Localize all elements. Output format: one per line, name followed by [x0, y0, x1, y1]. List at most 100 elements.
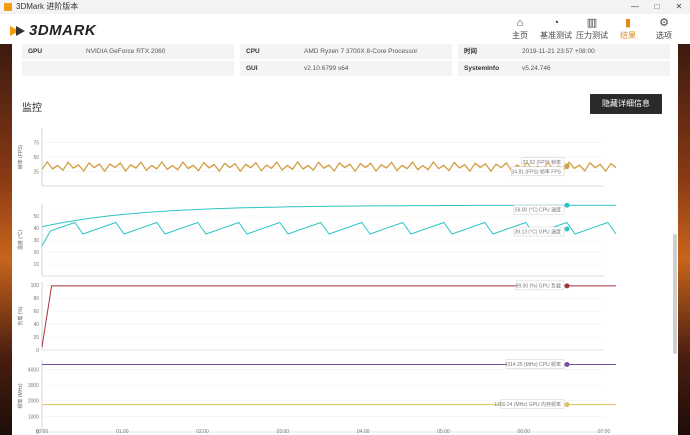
app-icon: [4, 3, 12, 11]
nav-item-label: 主页: [512, 31, 528, 40]
y-axis-label: 负载 (%): [17, 306, 24, 326]
results-content: GPU NVIDIA GeForce RTX 2060 CPU AMD Ryzen 7…: [12, 44, 678, 435]
sysinfo-value: v2.10.6799 s64: [304, 65, 349, 72]
hide-details-button[interactable]: 隐藏详细信息: [590, 94, 662, 114]
y-axis-label: 帧率 (FPS): [17, 144, 24, 169]
y-tick-label: 10: [33, 262, 39, 268]
sysinfo-key: GPU: [28, 48, 43, 55]
nav-item-2[interactable]: ▥ 压力测试: [574, 14, 610, 44]
sysinfo-cell: SystemInfo v5.24.746: [458, 61, 670, 76]
background-art-left: [0, 42, 12, 435]
maximize-icon[interactable]: □: [646, 0, 668, 14]
y-tick-label: 4000: [28, 367, 39, 373]
sysinfo-value: [86, 61, 234, 76]
y-tick-label: 20: [33, 335, 39, 341]
time-tick-label: 05:00: [437, 429, 450, 435]
y-axis-label: 频率 (MHz): [17, 383, 24, 408]
time-tick-label: 03:00: [277, 429, 290, 435]
chart-panel-3: 频率 (MHz)010002000300040004314.25 (MHz) C…: [17, 359, 616, 435]
logo-text: 3DMARK: [29, 21, 97, 39]
series-label: 99.00 (%) GPU 负载: [516, 282, 561, 289]
y-tick-label: 3000: [28, 383, 39, 389]
sysinfo-value: 2019-11-21 23:57 +08:00: [522, 48, 595, 55]
y-tick-label: 40: [33, 322, 39, 328]
y-tick-label: 2000: [28, 399, 39, 405]
nav-item-4[interactable]: ⚙ 选项: [646, 14, 682, 44]
y-tick-label: 80: [33, 296, 39, 302]
monitor-title: 监控: [22, 103, 42, 114]
main-nav: ⌂ 主页 ◔ 基准测试 ▥ 压力测试 ▮ 结果 ⚙ 选项: [502, 14, 682, 44]
sysinfo-key: 时间: [464, 48, 477, 55]
time-tick-label: 06:00: [517, 429, 530, 435]
series-line-2-0: [41, 285, 616, 347]
window-title: 3DMark 进阶版本: [16, 2, 79, 11]
series-label: 34.81 (FPS) 帧率 FPS: [512, 168, 562, 175]
minimize-icon[interactable]: —: [624, 0, 646, 14]
nav-item-label: 结果: [620, 31, 636, 40]
window-titlebar: 3DMark 进阶版本 — □ ✕: [0, 0, 690, 15]
sysinfo-cell: CPU AMD Ryzen 7 3700X 8-Core Processor: [240, 44, 452, 59]
y-tick-label: 40: [33, 226, 39, 232]
close-icon[interactable]: ✕: [668, 0, 690, 14]
y-tick-label: 30: [33, 238, 39, 244]
logo: 3DMARK: [10, 20, 96, 40]
series-marker: [564, 202, 570, 208]
y-tick-label: 75: [33, 141, 39, 147]
series-marker: [564, 226, 570, 232]
app-header: 3DMARK ⌂ 主页 ◔ 基准测试 ▥ 压力测试 ▮ 结果 ⚙ 选项: [0, 14, 690, 44]
time-tick-label: 00:00: [36, 429, 49, 435]
results-icon: ▮: [624, 17, 632, 29]
system-info-table: GPU NVIDIA GeForce RTX 2060 CPU AMD Ryzen 7…: [22, 44, 670, 78]
sysinfo-row: GUI v2.10.6799 s64 SystemInfo v5.24.746: [22, 61, 670, 76]
sysinfo-key: SystemInfo: [464, 65, 500, 72]
sysinfo-cell: GPU NVIDIA GeForce RTX 2060: [22, 44, 234, 59]
sysinfo-key: GUI: [246, 65, 258, 72]
series-marker: [564, 402, 570, 408]
y-tick-label: 50: [33, 155, 39, 161]
series-label: 4314.25 (MHz) CPU 频率: [505, 361, 561, 368]
gauge-icon: ◔: [552, 17, 560, 29]
series-marker: [564, 361, 570, 367]
nav-item-3[interactable]: ▮ 结果: [610, 14, 646, 44]
y-tick-label: 0: [36, 348, 39, 354]
scrollbar[interactable]: [672, 124, 678, 424]
series-marker: [564, 283, 570, 289]
nav-item-label: 选项: [656, 31, 672, 40]
series-marker: [564, 163, 570, 169]
series-label: 1750.24 (MHz) GPU 内存频率: [494, 401, 561, 408]
sysinfo-key: [22, 61, 86, 76]
sysinfo-cell: 时间 2019-11-21 23:57 +08:00: [458, 44, 670, 59]
logo-mark-icon: [10, 23, 26, 37]
monitoring-charts: 帧率 (FPS)25507533.52 (FPS) 帧率34.81 (FPS) …: [17, 128, 617, 435]
sysinfo-value: AMD Ryzen 7 3700X 8-Core Processor: [304, 48, 418, 55]
scrollbar-thumb[interactable]: [673, 234, 677, 354]
y-tick-label: 20: [33, 250, 39, 256]
sysinfo-cell: [22, 61, 234, 76]
y-axis-label: 温度 (°C): [17, 230, 24, 251]
nav-item-label: 压力测试: [576, 31, 608, 40]
background-art-right: [678, 42, 690, 435]
sysinfo-cell: GUI v2.10.6799 s64: [240, 61, 452, 76]
nav-item-1[interactable]: ◔ 基准测试: [538, 14, 574, 44]
sysinfo-row: GPU NVIDIA GeForce RTX 2060 CPU AMD Ryzen 7…: [22, 44, 670, 59]
time-tick-label: 02:00: [196, 429, 209, 435]
y-tick-label: 100: [31, 283, 40, 289]
chart-panel-2: 负载 (%) 0 20 40 60 80 100 99.00 (%) GPU 负载: [17, 280, 616, 354]
home-icon: ⌂: [516, 17, 524, 29]
time-tick-label: 01:00: [116, 429, 129, 435]
window-controls: — □ ✕: [624, 0, 690, 14]
bar-chart-icon: ▥: [586, 17, 598, 29]
y-tick-label: 25: [33, 170, 39, 176]
nav-item-label: 基准测试: [540, 31, 572, 40]
gear-icon: ⚙: [659, 17, 669, 29]
y-tick-label: 60: [33, 309, 39, 315]
sysinfo-value: NVIDIA GeForce RTX 2060: [86, 48, 166, 55]
series-label: 39.13 (°C) GPU 温度: [515, 229, 561, 236]
chart-panel-1: 温度 (°C) 10 20 30 40 50 59.00 (°C) CPU 温度 39.13 …: [17, 202, 617, 277]
chart-panel-0: 帧率 (FPS)25507533.52 (FPS) 帧率34.81 (FPS) …: [17, 128, 617, 187]
time-tick-label: 07:00: [598, 429, 611, 435]
time-tick-label: 04:00: [357, 429, 370, 435]
nav-item-0[interactable]: ⌂ 主页: [502, 14, 538, 44]
sysinfo-key: CPU: [246, 48, 260, 55]
y-tick-label: 1000: [28, 414, 39, 420]
